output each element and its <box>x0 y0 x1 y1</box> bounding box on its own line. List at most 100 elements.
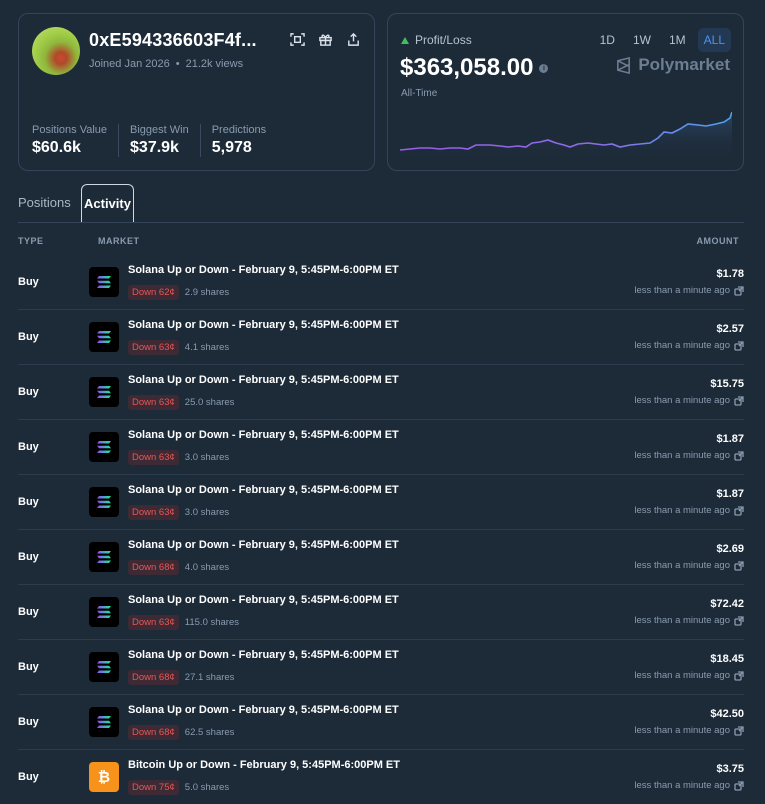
time-text: less than a minute ago <box>634 780 730 791</box>
trade-meta: Down 68¢ 4.0 shares <box>128 560 229 575</box>
market-title[interactable]: Solana Up or Down - February 9, 5:45PM-6… <box>128 539 399 551</box>
trade-type: Buy <box>18 716 39 728</box>
trade-type: Buy <box>18 331 39 343</box>
outcome-badge: Down 63¢ <box>128 505 179 520</box>
activity-row[interactable]: Buy ₿ Bitcoin Up or Down - February 9, 5… <box>18 750 744 804</box>
outcome-badge: Down 68¢ <box>128 670 179 685</box>
trade-amount: $1.78 <box>716 268 744 280</box>
activity-row[interactable]: Buy Solana Up or Down - February 9, 5:45… <box>18 585 744 640</box>
pnl-label-text: Profit/Loss <box>415 33 472 47</box>
external-link-icon[interactable] <box>734 505 744 516</box>
share-count: 27.1 shares <box>184 672 235 683</box>
stat-label: Positions Value <box>32 124 108 136</box>
solana-icon[interactable] <box>89 707 119 737</box>
trade-time: less than a minute ago <box>634 615 744 626</box>
trade-time: less than a minute ago <box>634 780 744 791</box>
time-text: less than a minute ago <box>634 505 730 516</box>
market-title[interactable]: Solana Up or Down - February 9, 5:45PM-6… <box>128 704 399 716</box>
activity-row[interactable]: Buy Solana Up or Down - February 9, 5:45… <box>18 530 744 585</box>
trade-amount: $1.87 <box>716 433 744 445</box>
external-link-icon[interactable] <box>734 560 744 571</box>
external-link-icon[interactable] <box>734 670 744 681</box>
trade-type: Buy <box>18 441 39 453</box>
solana-icon[interactable] <box>89 652 119 682</box>
activity-row[interactable]: Buy Solana Up or Down - February 9, 5:45… <box>18 310 744 365</box>
activity-row[interactable]: Buy Solana Up or Down - February 9, 5:45… <box>18 255 744 310</box>
external-link-icon[interactable] <box>734 285 744 296</box>
stat-positions-value: Positions Value $60.6k <box>32 124 120 157</box>
external-link-icon[interactable] <box>734 780 744 791</box>
trade-time: less than a minute ago <box>634 285 744 296</box>
trade-type: Buy <box>18 276 39 288</box>
range-1m[interactable]: 1M <box>663 28 692 52</box>
stat-predictions: Predictions 5,978 <box>212 124 277 157</box>
solana-icon[interactable] <box>89 432 119 462</box>
profile-actions <box>290 32 361 47</box>
profile-card: 0xE594336603F4f... Joined Jan 2026 • 21.2k… <box>18 13 375 171</box>
activity-row[interactable]: Buy Solana Up or Down - February 9, 5:45… <box>18 365 744 420</box>
solana-icon[interactable] <box>89 377 119 407</box>
bitcoin-icon[interactable]: ₿ <box>89 762 119 792</box>
time-text: less than a minute ago <box>634 615 730 626</box>
pnl-value: $363,058.00 i <box>400 54 549 82</box>
market-title[interactable]: Solana Up or Down - February 9, 5:45PM-6… <box>128 429 399 441</box>
activity-row[interactable]: Buy Solana Up or Down - February 9, 5:45… <box>18 475 744 530</box>
market-title[interactable]: Solana Up or Down - February 9, 5:45PM-6… <box>128 649 399 661</box>
tab-bar: Positions Activity <box>18 184 744 223</box>
market-title[interactable]: Solana Up or Down - February 9, 5:45PM-6… <box>128 264 399 276</box>
solana-icon[interactable] <box>89 322 119 352</box>
market-title[interactable]: Solana Up or Down - February 9, 5:45PM-6… <box>128 319 399 331</box>
trade-type: Buy <box>18 606 39 618</box>
outcome-badge: Down 63¢ <box>128 340 179 355</box>
qr-scan-icon[interactable] <box>290 32 305 47</box>
activity-list: Buy Solana Up or Down - February 9, 5:45… <box>18 255 744 804</box>
trade-amount: $2.57 <box>716 323 744 335</box>
activity-row[interactable]: Buy Solana Up or Down - February 9, 5:45… <box>18 640 744 695</box>
external-link-icon[interactable] <box>734 450 744 461</box>
external-link-icon[interactable] <box>734 615 744 626</box>
trade-type: Buy <box>18 771 39 783</box>
range-all[interactable]: ALL <box>697 28 731 52</box>
market-title[interactable]: Bitcoin Up or Down - February 9, 5:45PM-… <box>128 759 400 771</box>
share-icon[interactable] <box>346 32 361 47</box>
share-count: 2.9 shares <box>184 287 230 298</box>
stat-label: Biggest Win <box>130 124 189 136</box>
trade-time: less than a minute ago <box>634 505 744 516</box>
column-header-amount: AMOUNT <box>696 236 739 246</box>
up-triangle-icon <box>401 36 409 44</box>
tab-positions[interactable]: Positions <box>18 195 71 210</box>
outcome-badge: Down 63¢ <box>128 615 179 630</box>
market-title[interactable]: Solana Up or Down - February 9, 5:45PM-6… <box>128 484 399 496</box>
activity-row[interactable]: Buy Solana Up or Down - February 9, 5:45… <box>18 420 744 475</box>
range-1d[interactable]: 1D <box>594 28 621 52</box>
column-header-type: TYPE <box>18 236 44 246</box>
external-link-icon[interactable] <box>734 395 744 406</box>
external-link-icon[interactable] <box>734 340 744 351</box>
trade-meta: Down 63¢ 25.0 shares <box>128 395 234 410</box>
trade-time: less than a minute ago <box>634 670 744 681</box>
share-count: 4.0 shares <box>184 562 230 573</box>
profile-stats: Positions Value $60.6k Biggest Win $37.9… <box>32 124 288 157</box>
solana-icon[interactable] <box>89 597 119 627</box>
solana-icon[interactable] <box>89 267 119 297</box>
trade-amount: $2.69 <box>716 543 744 555</box>
outcome-badge: Down 68¢ <box>128 725 179 740</box>
trade-type: Buy <box>18 496 39 508</box>
avatar[interactable] <box>32 27 80 75</box>
gift-icon[interactable] <box>318 32 333 47</box>
market-title[interactable]: Solana Up or Down - February 9, 5:45PM-6… <box>128 594 399 606</box>
solana-icon[interactable] <box>89 542 119 572</box>
tab-activity[interactable]: Activity <box>81 184 134 222</box>
time-text: less than a minute ago <box>634 395 730 406</box>
pnl-card: Profit/Loss 1D 1W 1M ALL $363,058.00 i P… <box>387 13 744 171</box>
activity-row[interactable]: Buy Solana Up or Down - February 9, 5:45… <box>18 695 744 750</box>
share-count: 3.0 shares <box>184 452 230 463</box>
range-1w[interactable]: 1W <box>627 28 657 52</box>
market-title[interactable]: Solana Up or Down - February 9, 5:45PM-6… <box>128 374 399 386</box>
solana-icon[interactable] <box>89 487 119 517</box>
info-icon[interactable]: i <box>539 63 549 73</box>
external-link-icon[interactable] <box>734 725 744 736</box>
trade-type: Buy <box>18 386 39 398</box>
stat-biggest-win: Biggest Win $37.9k <box>130 124 201 157</box>
time-text: less than a minute ago <box>634 725 730 736</box>
